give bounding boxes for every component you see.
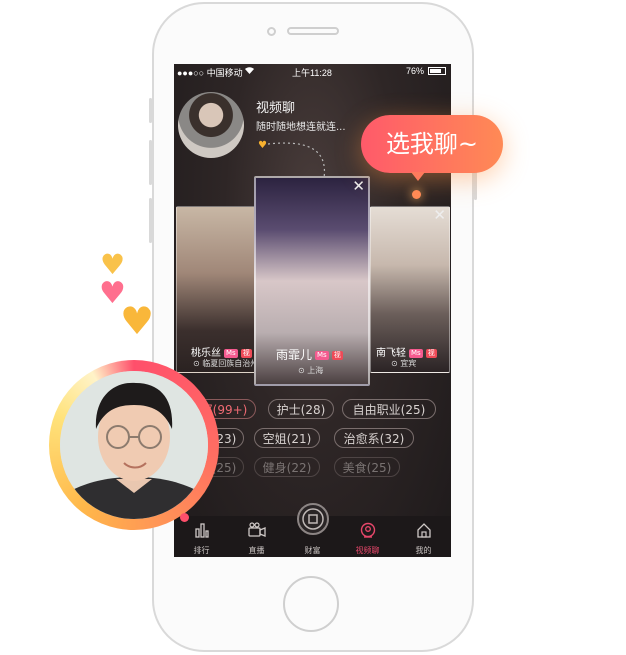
tab-label: 排行 bbox=[193, 546, 210, 555]
wifi-icon bbox=[244, 66, 255, 76]
tab-ranking[interactable]: 排行 bbox=[174, 516, 229, 557]
location-pin-icon: ⊙ bbox=[193, 359, 200, 368]
home-icon bbox=[416, 522, 432, 542]
tag-stewardess[interactable]: 空姐(21) bbox=[254, 428, 320, 448]
battery-percent: 76% bbox=[406, 66, 425, 76]
tab-mine[interactable]: 我的 bbox=[396, 516, 451, 557]
host-avatar[interactable] bbox=[178, 92, 244, 158]
card-location: 上海 bbox=[307, 366, 324, 375]
ms-badge: Ms bbox=[224, 348, 238, 358]
location-pin-icon: ⊙ bbox=[298, 366, 305, 375]
card-name: 雨霏儿 bbox=[276, 348, 313, 362]
carrier-label: ●●●○○ 中国移动 bbox=[177, 68, 243, 78]
tag-nurse[interactable]: 护士(28) bbox=[268, 399, 334, 419]
tag-food[interactable]: 美食(25) bbox=[334, 457, 400, 477]
page-title: 视频聊 bbox=[256, 101, 296, 116]
choose-me-bubble: 选我聊~ bbox=[361, 115, 503, 173]
caller-avatar[interactable] bbox=[60, 371, 208, 519]
ring-end-dot bbox=[180, 513, 189, 522]
heart-icon: ♥ bbox=[120, 299, 155, 343]
tab-wealth[interactable]: 财富 bbox=[285, 503, 340, 557]
location-pin-icon: ⊙ bbox=[391, 359, 398, 368]
clock-label: 上午11:28 bbox=[292, 68, 332, 78]
home-button[interactable] bbox=[283, 576, 339, 632]
card-location: 宜宾 bbox=[400, 359, 417, 368]
volume-up-button bbox=[149, 140, 152, 185]
close-icon[interactable]: ✕ bbox=[352, 178, 365, 195]
tab-label: 直播 bbox=[248, 546, 265, 555]
ms-badge: Ms bbox=[315, 351, 329, 360]
card-location: 临夏回族自治州 bbox=[202, 359, 256, 368]
video-badge: 视 bbox=[331, 351, 343, 360]
front-camera bbox=[267, 27, 276, 36]
video-chat-icon bbox=[360, 522, 376, 543]
status-bar: ●●●○○ 中国移动 上午11:28 76% bbox=[174, 64, 451, 79]
video-badge: 视 bbox=[240, 348, 252, 358]
close-icon[interactable]: ✕ bbox=[433, 207, 446, 224]
tag-fitness[interactable]: 健身(22) bbox=[254, 457, 320, 477]
bubble-tail bbox=[411, 172, 425, 181]
tag-healing[interactable]: 治愈系(32) bbox=[334, 428, 414, 448]
tag-freelance[interactable]: 自由职业(25) bbox=[342, 399, 436, 419]
tab-label: 视频聊 bbox=[355, 546, 380, 555]
ms-badge: Ms bbox=[409, 348, 423, 358]
profile-card-left[interactable]: 桃乐丝 Ms 视 ⊙ 临夏回族自治州 bbox=[176, 206, 256, 373]
video-badge: 视 bbox=[425, 348, 437, 358]
profile-card-right[interactable]: ✕ 南飞轻 Ms 视 ⊙ 宜宾 bbox=[370, 206, 450, 373]
wealth-icon bbox=[296, 502, 330, 540]
tab-label: 财富 bbox=[304, 546, 321, 555]
volume-down-button bbox=[149, 198, 152, 243]
tab-video-chat[interactable]: 视频聊 bbox=[340, 516, 395, 557]
bubble-dot bbox=[412, 190, 421, 199]
tab-label: 我的 bbox=[415, 546, 432, 555]
page-subtitle: 随时随地想连就连... bbox=[256, 122, 346, 133]
profile-card-center[interactable]: ✕ 雨霏儿 Ms 视 ⊙ 上海 bbox=[254, 176, 370, 386]
video-camera-icon bbox=[247, 522, 266, 542]
bar-chart-icon bbox=[194, 522, 210, 542]
battery-icon bbox=[428, 67, 446, 75]
tab-live[interactable]: 直播 bbox=[229, 516, 284, 557]
bottom-tab-bar: 排行 直播 财富 视频聊 我的 bbox=[174, 503, 451, 557]
mute-switch bbox=[149, 98, 152, 123]
dotted-connector bbox=[267, 142, 326, 179]
earpiece-speaker bbox=[287, 27, 339, 35]
